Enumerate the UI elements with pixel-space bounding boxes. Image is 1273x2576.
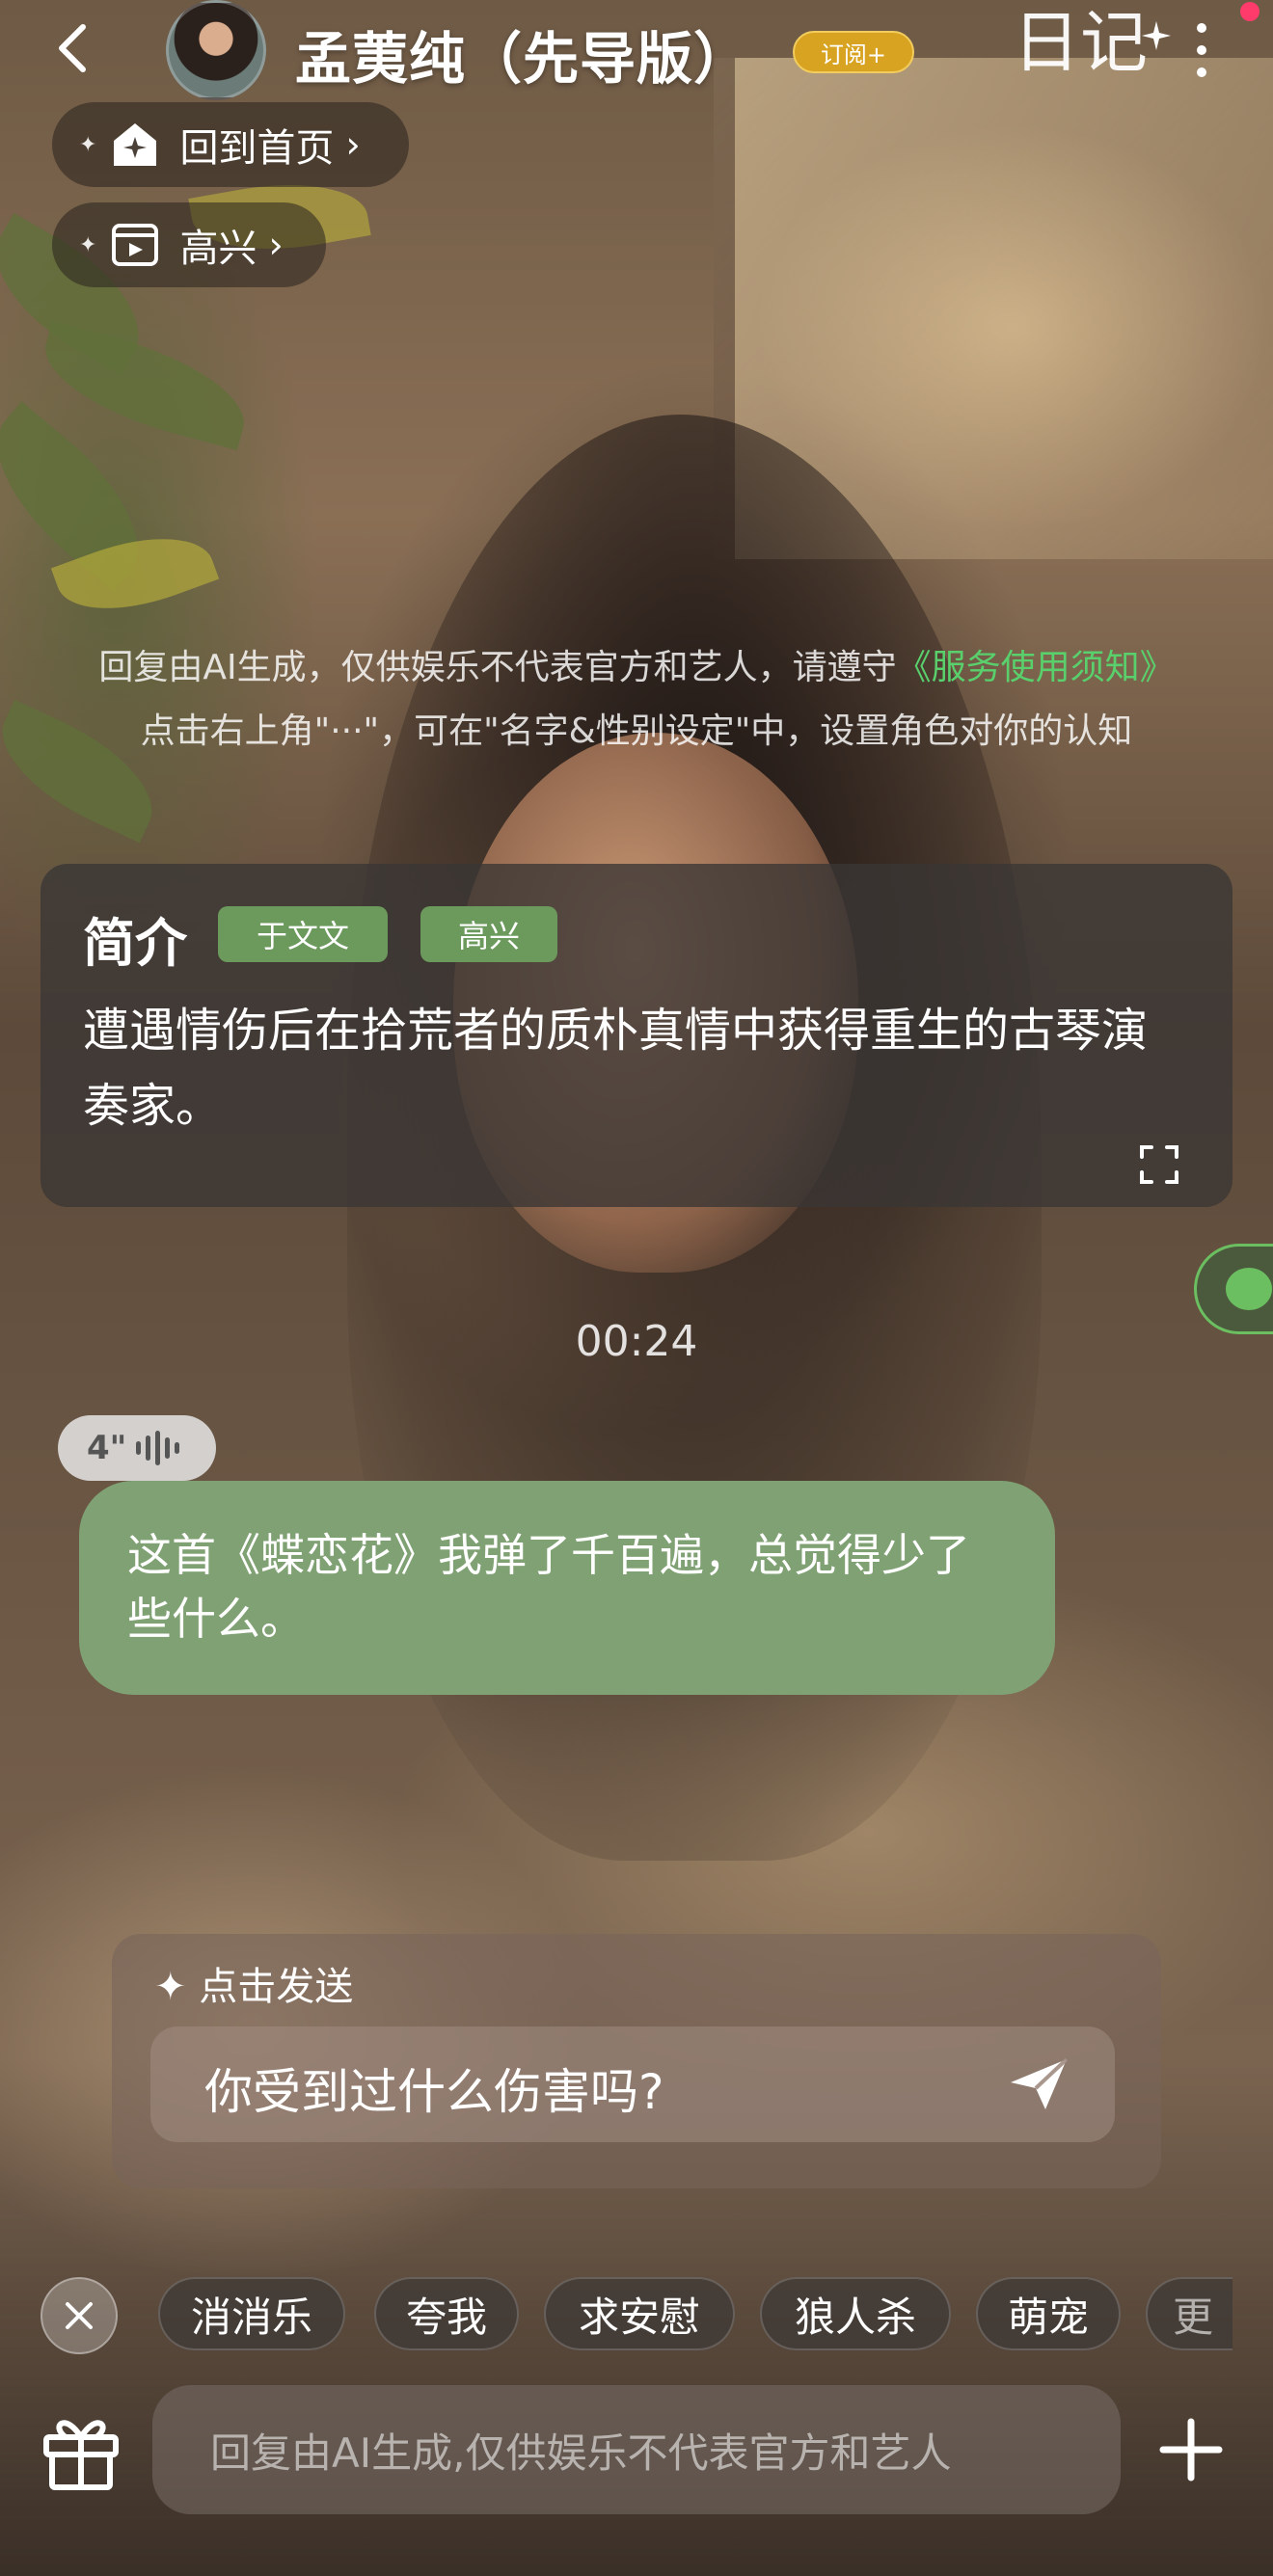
sparkle-icon: ✦ [79,232,97,257]
quick-tag-match3[interactable]: 消消乐 [158,2277,345,2350]
send-icon[interactable] [1007,2055,1070,2113]
more-dots-icon [1197,23,1206,33]
intro-tag-actor: 于文文 [218,906,388,962]
intro-title: 简介 [83,913,187,974]
character-message-bubble[interactable]: 这首《蝶恋花》我弹了千百遍，总觉得少了些什么。 [79,1481,1055,1695]
back-to-home-pill[interactable]: ✦ 回到首页 › [52,102,409,187]
suggested-reply-text: 你受到过什么伤害吗? [204,2064,664,2120]
gift-icon[interactable] [37,2404,125,2493]
suggested-reply[interactable]: 你受到过什么伤害吗? [150,2026,1115,2142]
ai-disclaimer: 回复由AI生成，仅供娱乐不代表官方和艺人，请遵守《服务使用须知》 点击右上角"·… [0,636,1273,764]
notification-dot [1240,2,1259,21]
sparkle-icon: ✦ [79,132,97,157]
home-star-icon [114,123,157,166]
intro-description: 遭遇情伤后在拾荒者的质朴真情中获得重生的古琴演奏家。 [83,1004,1149,1133]
expand-icon[interactable] [1138,1143,1180,1186]
top-bar: 孟荑纯（先导版） 订阅+ 日记 [0,0,1273,106]
service-terms-link[interactable]: 《服务使用须知》 [897,648,1175,687]
character-name: 孟荑纯（先导版） [295,26,751,92]
close-quick-tags-button[interactable] [41,2277,118,2354]
character-intro-card[interactable]: 简介 于文文 高兴 遭遇情伤后在拾荒者的质朴真情中获得重生的古琴演奏家。 [41,864,1232,1207]
chat-input[interactable]: 回复由AI生成,仅供娱乐不代表官方和艺人 [152,2385,1121,2514]
intro-tag-mood: 高兴 [420,906,557,962]
suggested-reply-card: ✦ 点击发送 你受到过什么伤害吗? [112,1934,1161,2188]
disclaimer-line-2: 点击右上角"···"，可在"名字&性别设定"中，设置角色对你的认知 [140,711,1133,751]
mood-label: 高兴 [179,227,257,271]
quick-tag-more[interactable]: 更 [1146,2277,1232,2350]
tap-to-send-label: 点击发送 [199,1965,354,2009]
chat-input-placeholder: 回复由AI生成,仅供娱乐不代表官方和艺人 [210,2428,952,2477]
chevron-right-icon: › [268,224,284,266]
quick-tag-comfort[interactable]: 求安慰 [544,2277,735,2350]
back-to-home-label: 回到首页 [179,126,335,171]
chevron-right-icon: › [345,123,361,166]
plus-icon[interactable] [1159,2418,1223,2482]
diary-button[interactable]: 日记 [1011,0,1171,94]
back-button[interactable] [46,21,100,75]
more-dot [1197,45,1206,55]
subscribe-button[interactable]: 订阅+ [793,31,914,73]
screen-icon [112,224,159,266]
voice-duration: 4" [87,1429,127,1467]
back-arrow-icon [59,24,86,72]
suggested-reply-label: ✦ 点击发送 [154,1965,354,2009]
quick-tag-werewolf[interactable]: 狼人杀 [760,2277,951,2350]
quick-tag-praise-me[interactable]: 夸我 [374,2277,519,2350]
close-icon [66,2302,93,2329]
more-options-button[interactable] [1184,21,1219,79]
message-timestamp: 00:24 [575,1317,698,1366]
voice-message-button[interactable]: 4" [58,1415,216,1481]
quick-tag-pets[interactable]: 萌宠 [976,2277,1121,2350]
character-avatar[interactable] [166,0,266,100]
mood-pill[interactable]: ✦ 高兴 › [52,202,326,287]
voice-wave-icon [136,1431,180,1465]
sparkle-icon [1142,21,1171,50]
diary-label: 日记 [1013,3,1148,82]
disclaimer-line-1: 回复由AI生成，仅供娱乐不代表官方和艺人，请遵守《服务使用须知》 [0,636,1273,700]
more-dot [1197,67,1206,77]
chat-bubble-icon [1226,1268,1272,1310]
disclaimer-text: 回复由AI生成，仅供娱乐不代表官方和艺人，请遵守 [98,648,897,687]
